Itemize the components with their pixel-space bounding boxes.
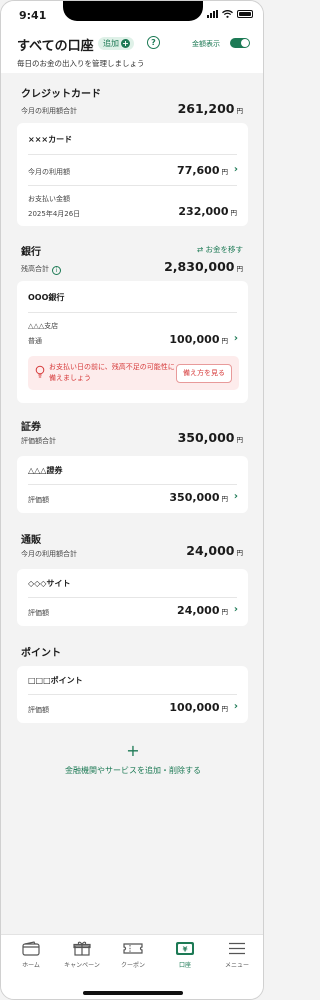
section-total-value: 2,830,000 円 [164, 259, 243, 274]
section-total-label: 今月の利用額合計 [21, 107, 77, 115]
valuation-value: 350,000 円 [169, 491, 228, 504]
page-header: すべての口座 追加 + ? 金額表示 毎日のお金の出入りを管理しましょう [1, 27, 263, 73]
securities-section: 証券 評価額合計 350,000 円 △△△證券 評価額 350,000 円 › [1, 418, 263, 518]
notch [63, 1, 203, 21]
branch-name: △△△支店 [28, 322, 59, 330]
low-balance-alert: お支払い日の前に、残高不足の可能性に備えましょう 備え方を見る [28, 356, 239, 390]
points-name: □□□ポイント [28, 676, 83, 685]
status-icons [207, 10, 253, 18]
amount-display-label: 金額表示 [192, 40, 220, 48]
alert-text: お支払い日の前に、残高不足の可能性に備えましょう [49, 363, 175, 382]
section-title: 証券 [21, 422, 41, 433]
page-subtitle: 毎日のお金の出入りを管理しましょう [17, 59, 145, 68]
lightbulb-icon [35, 365, 45, 378]
account-type: 普通 [28, 337, 42, 345]
wallet-icon [22, 941, 40, 956]
points-account-item[interactable]: □□□ポイント 評価額 100,000 円 › [17, 666, 248, 723]
divider [28, 312, 237, 313]
valuation-label: 評価額 [28, 609, 49, 617]
shopping-section: 通販 今月の利用額合計 24,000 円 ◇◇◇サイト 評価額 24,000 円 › [1, 531, 263, 631]
add-account-button[interactable]: 追加 + [98, 37, 134, 50]
divider [28, 597, 237, 598]
help-icon[interactable]: ? [147, 36, 160, 49]
transfer-icon: ⇄ [196, 245, 204, 254]
chevron-right-icon: › [233, 701, 238, 712]
tab-campaign[interactable]: キャンペーン [56, 941, 108, 969]
amount-display-toggle[interactable] [230, 38, 250, 48]
add-remove-services-button[interactable]: + 金融機関やサービスを追加・削除する [1, 741, 263, 776]
divider [28, 484, 237, 485]
svg-text:¥: ¥ [183, 946, 188, 954]
plus-icon: + [121, 39, 130, 48]
section-title: 通販 [21, 535, 41, 546]
gift-icon [73, 941, 91, 956]
tab-label: ホーム [22, 962, 40, 969]
divider [28, 694, 237, 695]
tab-label: メニュー [224, 962, 249, 969]
page-title: すべての口座 [17, 39, 94, 54]
section-total-value: 350,000 円 [177, 430, 243, 445]
ticket-icon [123, 943, 143, 954]
shopping-account-item[interactable]: ◇◇◇サイト 評価額 24,000 円 › [17, 569, 248, 626]
status-time: 9:41 [19, 9, 47, 22]
credit-card-section: クレジットカード 今月の利用額合計 261,200 円 ×××カード 今月の利用額… [1, 81, 263, 231]
plus-icon: + [126, 741, 140, 760]
payment-date: 2025年4月26日 [28, 210, 81, 218]
payment-label: お支払い金額 [28, 195, 70, 203]
section-title: 銀行 [21, 247, 41, 258]
phone-screen: 9:41 すべての口座 追加 + ? 金額表示 毎日のお金の出入りを管理しましょ… [0, 0, 264, 1000]
valuation-value: 100,000 円 [169, 701, 228, 714]
see-preparation-button[interactable]: 備え方を見る [176, 364, 232, 383]
tab-label: 口座 [178, 962, 191, 969]
tab-menu[interactable]: メニュー [211, 941, 263, 969]
section-total-label: 今月の利用額合計 [21, 550, 77, 558]
signal-icon [207, 10, 218, 18]
status-bar: 9:41 [1, 1, 263, 27]
section-total-value: 261,200 円 [177, 101, 243, 116]
tab-accounts[interactable]: ¥ 口座 [159, 941, 211, 969]
tab-label: クーポン [120, 962, 145, 969]
balance-value: 100,000 円 [169, 333, 228, 346]
tab-label: キャンペーン [64, 962, 100, 969]
points-section: ポイント □□□ポイント 評価額 100,000 円 › [1, 644, 263, 739]
battery-icon [237, 10, 253, 18]
section-title: ポイント [21, 648, 61, 659]
usage-value: 77,600 円 [177, 164, 228, 177]
card-name: ×××カード [28, 135, 73, 144]
credit-card-item[interactable]: ×××カード 今月の利用額 77,600 円 › お支払い金額 2025年4月26… [17, 123, 248, 226]
home-indicator [83, 991, 183, 995]
bank-section: 銀行 ⇄ お金を移す 残高合計 i 2,830,000 円 OOO銀行 △△△支店 … [1, 239, 263, 404]
valuation-value: 24,000 円 [177, 604, 228, 617]
add-remove-services-label: 金融機関やサービスを追加・削除する [65, 766, 201, 775]
bank-account-icon: ¥ [176, 942, 194, 955]
site-name: ◇◇◇サイト [28, 579, 71, 588]
menu-icon [229, 942, 245, 955]
usage-label: 今月の利用額 [28, 168, 70, 176]
bank-account-item[interactable]: OOO銀行 △△△支店 普通 100,000 円 › お支払い日の前に、残高不足の… [17, 281, 248, 403]
info-icon[interactable]: i [52, 266, 61, 275]
chevron-right-icon: › [233, 604, 238, 615]
payment-value: 232,000 円 [178, 205, 237, 218]
securities-name: △△△證券 [28, 466, 63, 475]
valuation-label: 評価額 [28, 496, 49, 504]
section-total-label: 評価額合計 [21, 437, 56, 445]
chevron-right-icon: › [233, 333, 238, 344]
tab-home[interactable]: ホーム [5, 941, 57, 969]
divider [28, 185, 237, 186]
chevron-right-icon: › [233, 491, 238, 502]
valuation-label: 評価額 [28, 706, 49, 714]
transfer-money-link[interactable]: ⇄ お金を移す [197, 244, 243, 255]
securities-account-item[interactable]: △△△證券 評価額 350,000 円 › [17, 456, 248, 513]
section-total-value: 24,000 円 [186, 543, 243, 558]
add-label: 追加 [103, 39, 119, 48]
section-total-label: 残高合計 i [21, 264, 61, 275]
tab-coupon[interactable]: クーポン [107, 941, 159, 969]
bottom-tab-bar: ホーム キャンペーン クーポン ¥ 口座 メニュー [1, 934, 263, 999]
bank-name: OOO銀行 [28, 293, 65, 302]
divider [28, 154, 237, 155]
section-title: クレジットカード [21, 89, 101, 100]
wifi-icon [222, 10, 233, 18]
chevron-right-icon: › [233, 164, 238, 175]
